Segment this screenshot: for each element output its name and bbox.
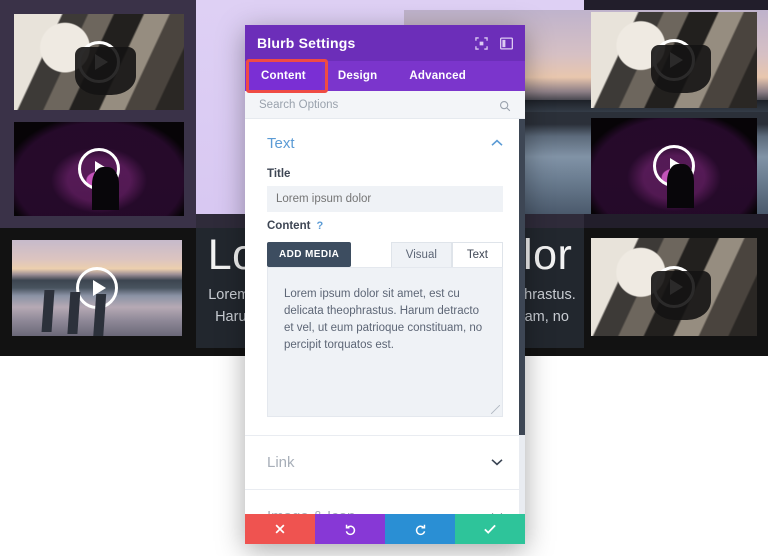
modal-scrollbar-track[interactable] [519,119,525,514]
editor-tab-text[interactable]: Text [451,242,503,267]
content-textarea[interactable]: Lorem ipsum dolor sit amet, est cu delic… [267,267,503,417]
tab-advanced[interactable]: Advanced [393,61,482,91]
blurb-settings-modal: Blurb Settings Content Design Advanced S… [245,25,525,544]
tab-content[interactable]: Content [245,61,322,91]
link-section-header[interactable]: Link [245,436,525,490]
modal-header-icons [475,36,513,50]
layout-panel-icon[interactable] [500,36,513,50]
tab-design[interactable]: Design [322,61,394,91]
search-icon[interactable] [499,99,511,111]
play-icon[interactable] [653,266,695,308]
modal-title: Blurb Settings [257,35,356,51]
chevron-up-icon[interactable] [491,138,503,150]
image-icon-section-title: Image & Icon [267,508,355,514]
play-icon[interactable] [78,148,120,190]
save-button[interactable] [455,514,525,544]
cancel-button[interactable] [245,514,315,544]
play-icon[interactable] [76,267,118,309]
check-icon [484,524,496,534]
text-section-header[interactable]: Text [267,119,503,160]
title-field-label: Title [267,168,291,180]
redo-button[interactable] [385,514,455,544]
search-input[interactable] [259,98,499,111]
undo-icon [345,524,355,535]
redo-icon [415,524,425,535]
title-input[interactable] [267,186,503,212]
text-section: Text Title Content ? ADD MEDIA [245,119,525,267]
modal-footer [245,514,525,544]
content-field-label: Content ? [267,220,503,232]
editor-tab-visual[interactable]: Visual [390,242,452,267]
text-section-title: Text [267,135,295,152]
chevron-down-icon[interactable] [491,457,503,469]
play-icon[interactable] [78,41,120,83]
concert-video-thumbnail-right[interactable] [591,118,757,214]
pier-video-thumbnail[interactable] [12,240,182,336]
editor-toolbar-row: ADD MEDIA Visual Text [267,242,503,267]
modal-scrollbar-thumb[interactable] [519,119,525,435]
add-media-button[interactable]: ADD MEDIA [267,242,352,267]
modal-header: Blurb Settings [245,25,525,61]
undo-button[interactable] [315,514,385,544]
editor-mode-tabs: Visual Text [390,242,503,267]
textarea-resize-handle[interactable] [491,405,500,414]
camera-video-thumbnail-right[interactable] [591,12,757,108]
concert-video-thumbnail[interactable] [14,122,184,216]
camera-video-thumbnail-right-lower[interactable] [591,238,757,336]
help-icon[interactable]: ? [316,220,323,232]
modal-body: Text Title Content ? ADD MEDIA [245,119,525,514]
chevron-down-icon[interactable] [491,511,503,514]
search-options-bar[interactable] [245,91,525,119]
play-icon[interactable] [653,39,695,81]
content-textarea-value: Lorem ipsum dolor sit amet, est cu delic… [284,288,483,351]
play-icon[interactable] [653,145,695,187]
content-label-text: Content [267,220,311,232]
modal-tabbar: Content Design Advanced [245,59,525,93]
camera-video-thumbnail[interactable] [14,14,184,110]
fullscreen-icon[interactable] [475,36,488,50]
close-icon [275,524,285,534]
screenshot-root: Lorem ipsum dolor Lorem ipsum dolor sit … [0,0,768,556]
link-section-title: Link [267,454,295,471]
image-icon-section-header[interactable]: Image & Icon [245,490,525,514]
